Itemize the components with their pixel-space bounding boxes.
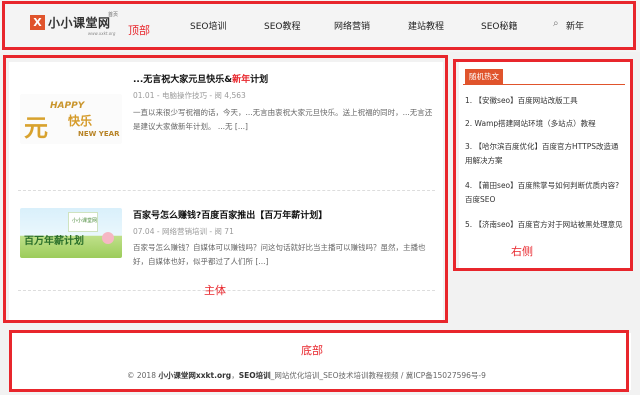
footer-annotation-box <box>9 330 629 392</box>
sidebar-annotation-box <box>453 59 633 271</box>
main-annotation-box <box>3 55 448 323</box>
header-annotation-box <box>2 1 636 50</box>
